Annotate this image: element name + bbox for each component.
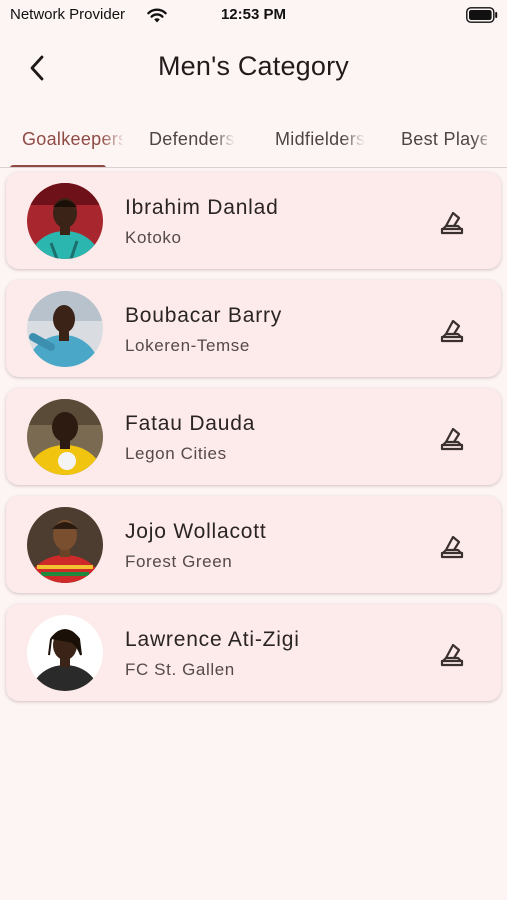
ballot-box-icon (440, 319, 464, 343)
tab-best-player[interactable]: Best Player (401, 112, 487, 167)
battery-icon (466, 7, 498, 23)
active-tab-indicator (10, 165, 106, 167)
tab-label: Best Player (401, 129, 487, 149)
page-title: Men's Category (157, 51, 350, 81)
player-club: Forest Green (125, 552, 233, 571)
player-club: FC St. Gallen (125, 660, 235, 679)
player-name: Boubacar Barry (125, 304, 283, 327)
status-bar: Network Provider 12:53 PM (0, 0, 507, 32)
ballot-box-icon (440, 211, 464, 235)
player-card[interactable]: Fatau Dauda Legon Cities (6, 388, 501, 485)
player-name: Fatau Dauda (125, 412, 256, 435)
tab-midfielders[interactable]: Midfielders (275, 112, 375, 167)
vote-button[interactable] (434, 312, 470, 348)
avatar (27, 615, 103, 691)
avatar (27, 399, 103, 475)
app-bar: Men's Category (0, 40, 507, 96)
vote-button[interactable] (434, 528, 470, 564)
vote-button[interactable] (434, 204, 470, 240)
ballot-box-icon (440, 643, 464, 667)
avatar (27, 183, 103, 259)
player-card[interactable]: Lawrence Ati-Zigi FC St. Gallen (6, 604, 501, 701)
avatar (27, 291, 103, 367)
player-club: Legon Cities (125, 444, 227, 463)
player-name: Lawrence Ati-Zigi (125, 628, 300, 651)
tab-label: Goalkeepers (22, 129, 122, 149)
tab-goalkeepers[interactable]: Goalkeepers (22, 112, 122, 167)
player-club: Kotoko (125, 228, 182, 247)
player-list: Ibrahim Danlad Kotoko Boubacar Barry Lok… (6, 172, 501, 712)
player-club: Lokeren-Temse (125, 336, 250, 355)
player-name: Ibrahim Danlad (125, 196, 279, 219)
category-tabs: Goalkeepers Defenders Midfielders Best P… (0, 112, 507, 168)
ballot-box-icon (440, 427, 464, 451)
ballot-box-icon (440, 535, 464, 559)
avatar (27, 507, 103, 583)
vote-button[interactable] (434, 636, 470, 672)
status-time: 12:53 PM (220, 6, 287, 23)
tab-defenders[interactable]: Defenders (149, 112, 249, 167)
tab-label: Midfielders (275, 129, 366, 149)
player-name: Jojo Wollacott (125, 520, 267, 543)
player-card[interactable]: Boubacar Barry Lokeren-Temse (6, 280, 501, 377)
player-card[interactable]: Jojo Wollacott Forest Green (6, 496, 501, 593)
tab-label: Defenders (149, 129, 235, 149)
player-card[interactable]: Ibrahim Danlad Kotoko (6, 172, 501, 269)
vote-button[interactable] (434, 420, 470, 456)
